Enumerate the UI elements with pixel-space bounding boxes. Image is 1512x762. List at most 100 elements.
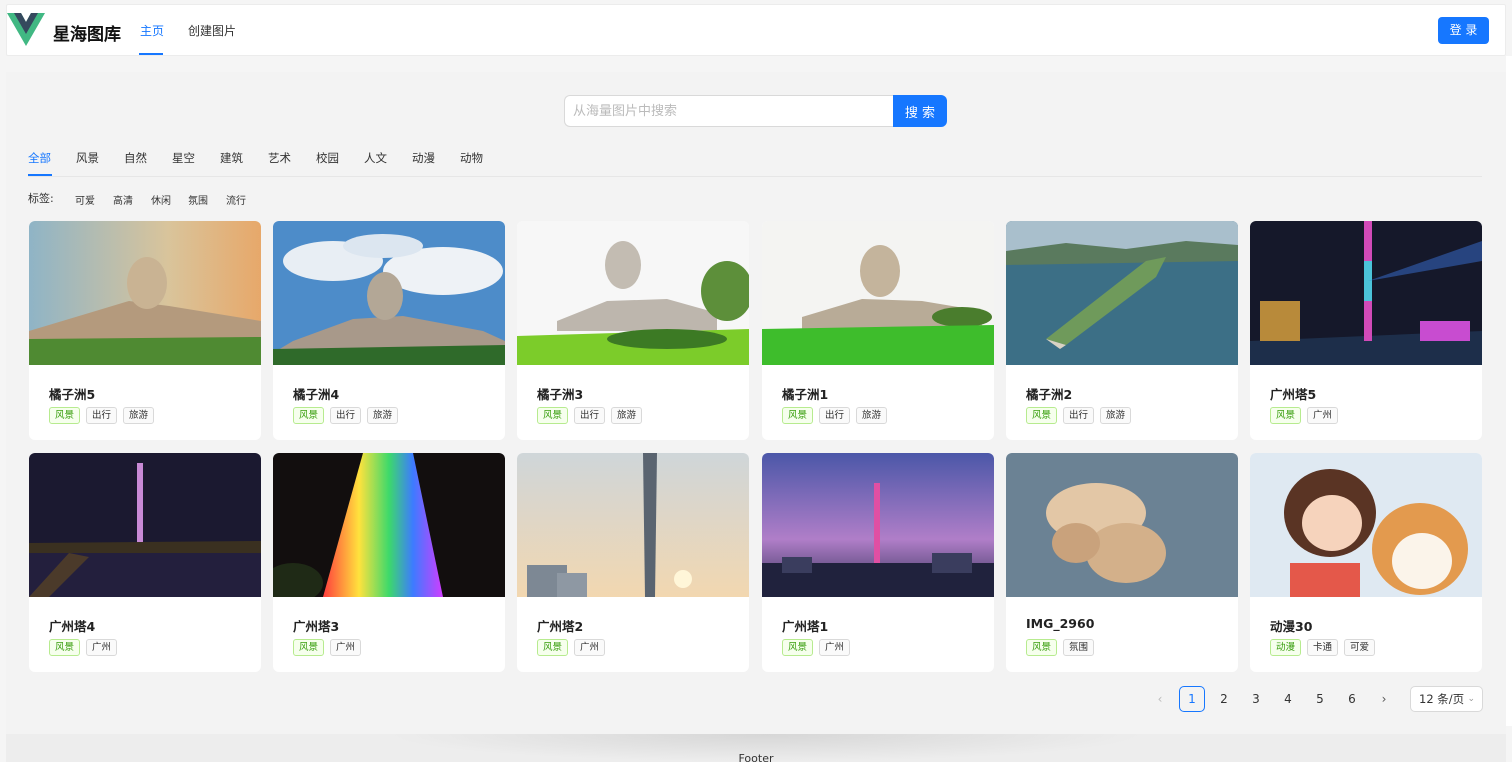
card-tag: 风景 <box>293 639 325 656</box>
card-tags: 动漫 卡通 可爱 <box>1270 639 1376 656</box>
login-button[interactable]: 登 录 <box>1438 17 1489 44</box>
card-tags: 风景 出行 旅游 <box>537 407 643 424</box>
tag-filter-item[interactable]: 高清 <box>113 192 133 207</box>
card-tag: 旅游 <box>367 407 399 424</box>
page-scrollbar[interactable] <box>1506 56 1512 726</box>
card-image <box>273 453 505 597</box>
picture-card[interactable]: 广州塔4 风景 广州 <box>29 453 261 672</box>
card-tag: 风景 <box>782 407 814 424</box>
card-tag: 广州 <box>819 639 851 656</box>
card-tag: 可爱 <box>1344 639 1376 656</box>
page-button[interactable]: 4 <box>1275 686 1301 712</box>
card-image <box>1250 453 1482 597</box>
category-tab[interactable]: 动漫 <box>412 150 435 166</box>
nav-create-picture[interactable]: 创建图片 <box>188 22 236 39</box>
page-size-value: 12 条/页 <box>1419 692 1465 706</box>
tag-filter-item[interactable]: 休闲 <box>151 192 171 207</box>
prev-page-icon[interactable]: ‹ <box>1147 686 1173 712</box>
card-image <box>29 453 261 597</box>
category-tab[interactable]: 人文 <box>364 150 387 166</box>
card-tag: 风景 <box>1270 407 1302 424</box>
footer-text: Footer <box>738 752 774 762</box>
card-tag: 出行 <box>330 407 362 424</box>
picture-card[interactable]: 橘子洲3 风景 出行 旅游 <box>517 221 749 440</box>
nav-home[interactable]: 主页 <box>140 22 164 39</box>
picture-card[interactable]: 橘子洲2 风景 出行 旅游 <box>1006 221 1238 440</box>
card-tag: 风景 <box>782 639 814 656</box>
category-tab[interactable]: 艺术 <box>268 150 291 166</box>
card-image <box>517 453 749 597</box>
card-tag: 出行 <box>819 407 851 424</box>
card-tags: 风景 氛围 <box>1026 639 1095 656</box>
card-tag: 广州 <box>1307 407 1339 424</box>
card-image <box>762 453 994 597</box>
picture-card[interactable]: 动漫30 动漫 卡通 可爱 <box>1250 453 1482 672</box>
tag-filter-item[interactable]: 氛围 <box>188 192 208 207</box>
card-tag: 风景 <box>537 639 569 656</box>
card-tag: 出行 <box>574 407 606 424</box>
picture-card[interactable]: IMG_2960 风景 氛围 <box>1006 453 1238 672</box>
card-title: 橘子洲5 <box>49 387 96 402</box>
tag-filter-label: 标签: <box>28 192 54 205</box>
nav-home-underline <box>139 53 163 55</box>
card-title: 橘子洲4 <box>293 387 340 402</box>
card-tag: 氛围 <box>1063 639 1095 656</box>
card-tag: 旅游 <box>611 407 643 424</box>
category-tab[interactable]: 校园 <box>316 150 339 166</box>
card-title: 广州塔5 <box>1270 387 1317 402</box>
card-tag: 风景 <box>537 407 569 424</box>
card-image <box>1006 221 1238 365</box>
card-tag: 出行 <box>1063 407 1095 424</box>
page-button[interactable]: 2 <box>1211 686 1237 712</box>
card-tag: 风景 <box>1026 639 1058 656</box>
next-page-icon[interactable]: › <box>1371 686 1397 712</box>
card-image <box>1006 453 1238 597</box>
vue-logo-icon[interactable] <box>7 13 45 47</box>
page-button[interactable]: 6 <box>1339 686 1365 712</box>
card-tag: 旅游 <box>856 407 888 424</box>
page-size-select[interactable]: 12 条/页 ⌄ <box>1410 686 1483 712</box>
card-tag: 广州 <box>86 639 118 656</box>
card-tags: 风景 广州 <box>782 639 851 656</box>
picture-card[interactable]: 橘子洲4 风景 出行 旅游 <box>273 221 505 440</box>
category-tab[interactable]: 自然 <box>124 150 147 166</box>
card-title: 广州塔1 <box>782 619 829 634</box>
card-title: 广州塔2 <box>537 619 584 634</box>
card-tag: 风景 <box>49 639 81 656</box>
picture-card[interactable]: 广州塔2 风景 广州 <box>517 453 749 672</box>
tag-filter-item[interactable]: 流行 <box>226 192 246 207</box>
search-button[interactable]: 搜 索 <box>893 95 947 127</box>
card-image <box>1250 221 1482 365</box>
page-button[interactable]: 3 <box>1243 686 1269 712</box>
picture-card[interactable]: 广州塔1 风景 广州 <box>762 453 994 672</box>
card-tag: 旅游 <box>1100 407 1132 424</box>
card-tag: 旅游 <box>123 407 155 424</box>
main-content: 搜 索 全部 风景 自然 星空 建筑 艺术 校园 人文 动漫 动物 标签: 可爱… <box>6 72 1506 734</box>
picture-card[interactable]: 橘子洲1 风景 出行 旅游 <box>762 221 994 440</box>
search-input[interactable] <box>564 95 894 127</box>
card-tags: 风景 出行 旅游 <box>293 407 399 424</box>
card-tag: 风景 <box>1026 407 1058 424</box>
picture-card[interactable]: 广州塔3 风景 广州 <box>273 453 505 672</box>
category-tab[interactable]: 动物 <box>460 150 483 166</box>
brand-title[interactable]: 星海图库 <box>53 20 121 45</box>
category-tab-all[interactable]: 全部 <box>28 150 51 166</box>
category-divider <box>28 176 1482 177</box>
page-button[interactable]: 5 <box>1307 686 1333 712</box>
card-title: 橘子洲2 <box>1026 387 1073 402</box>
top-header: 星海图库 主页 创建图片 登 录 <box>6 4 1506 56</box>
footer: Footer <box>6 734 1506 762</box>
category-tab[interactable]: 星空 <box>172 150 195 166</box>
picture-card[interactable]: 橘子洲5 风景 出行 旅游 <box>29 221 261 440</box>
card-title: 动漫30 <box>1270 619 1313 634</box>
card-image <box>29 221 261 365</box>
category-tab[interactable]: 风景 <box>76 150 99 166</box>
category-tab[interactable]: 建筑 <box>220 150 243 166</box>
card-tags: 风景 广州 <box>49 639 118 656</box>
page-button-current[interactable]: 1 <box>1179 686 1205 712</box>
card-tag: 广州 <box>330 639 362 656</box>
tag-filter-item[interactable]: 可爱 <box>75 192 95 207</box>
card-tags: 风景 出行 旅游 <box>1026 407 1132 424</box>
pagination: ‹ 1 2 3 4 5 6 › <box>6 686 1506 712</box>
picture-card[interactable]: 广州塔5 风景 广州 <box>1250 221 1482 440</box>
